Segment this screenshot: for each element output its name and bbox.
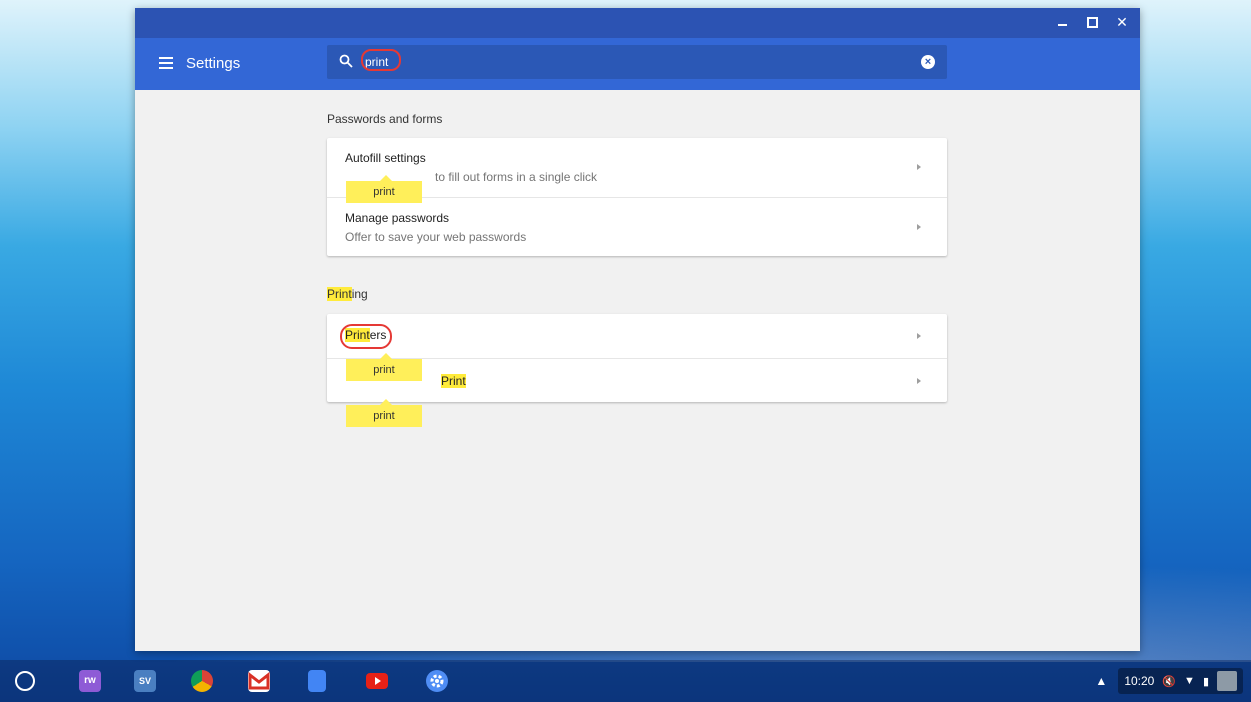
settings-appbar: Settings × — [135, 38, 1140, 90]
chrome-icon[interactable] — [191, 670, 213, 692]
docs-icon[interactable] — [308, 670, 326, 692]
battery-icon: ▮ — [1202, 675, 1209, 688]
close-button[interactable]: ✕ — [1114, 14, 1130, 30]
manage-passwords-row[interactable]: Manage passwords Offer to save your web … — [327, 198, 947, 256]
status-area[interactable]: 10:20 🔇 ▼ ▮ — [1118, 668, 1243, 694]
system-tray: ▲ 10:20 🔇 ▼ ▮ — [1094, 668, 1243, 694]
printing-card: Printers Print — [327, 314, 947, 402]
search-match-highlight: Print — [327, 287, 352, 301]
notification-bell-icon[interactable]: ▲ — [1094, 674, 1108, 688]
clear-search-icon[interactable]: × — [921, 55, 935, 69]
section-title-passwords: Passwords and forms — [327, 112, 443, 126]
search-match-highlight: Print — [441, 374, 466, 388]
section-title-printing: Printing — [327, 287, 368, 301]
minimize-button[interactable] — [1054, 14, 1070, 30]
search-box[interactable]: × — [327, 45, 947, 79]
cloud-print-label: Print — [441, 374, 466, 388]
manage-passwords-sublabel: Offer to save your web passwords — [345, 230, 527, 244]
wifi-icon: ▼ — [1184, 675, 1195, 687]
window-controls: ✕ — [1054, 14, 1130, 30]
search-bubble: print — [346, 399, 422, 427]
search-input[interactable] — [363, 51, 887, 73]
autofill-label: Autofill settings — [345, 151, 426, 165]
chevron-right-icon — [917, 333, 921, 339]
settings-icon[interactable] — [426, 670, 448, 692]
shelf: rw SV ▲ 10:20 🔇 ▼ ▮ — [0, 660, 1251, 702]
page-title: Settings — [186, 55, 241, 72]
manage-passwords-label: Manage passwords — [345, 211, 450, 225]
settings-window: ✕ Settings × Passwords and forms Autofil… — [135, 8, 1140, 651]
clock: 10:20 — [1124, 674, 1155, 688]
app-rw-icon[interactable]: rw — [79, 670, 101, 692]
app-sv-icon[interactable]: SV — [134, 670, 156, 692]
search-bubble: print — [346, 175, 422, 203]
maximize-button[interactable] — [1084, 14, 1100, 30]
autofill-sublabel: to fill out forms in a single click — [435, 170, 598, 184]
window-titlebar[interactable]: ✕ — [135, 8, 1140, 38]
chevron-right-icon — [917, 378, 921, 384]
avatar — [1217, 671, 1237, 691]
chevron-right-icon — [917, 224, 921, 230]
search-match-highlight: Print — [345, 328, 370, 342]
search-bubble: print — [346, 353, 422, 381]
search-icon — [339, 54, 353, 68]
gmail-icon[interactable] — [248, 670, 270, 692]
hamburger-menu-icon[interactable] — [159, 57, 173, 69]
launcher-button[interactable] — [15, 671, 35, 691]
printers-row[interactable]: Printers — [327, 314, 947, 359]
printers-label: Printers — [345, 328, 387, 342]
chevron-right-icon — [917, 164, 921, 170]
youtube-icon[interactable] — [366, 673, 388, 689]
mute-icon: 🔇 — [1162, 675, 1177, 688]
